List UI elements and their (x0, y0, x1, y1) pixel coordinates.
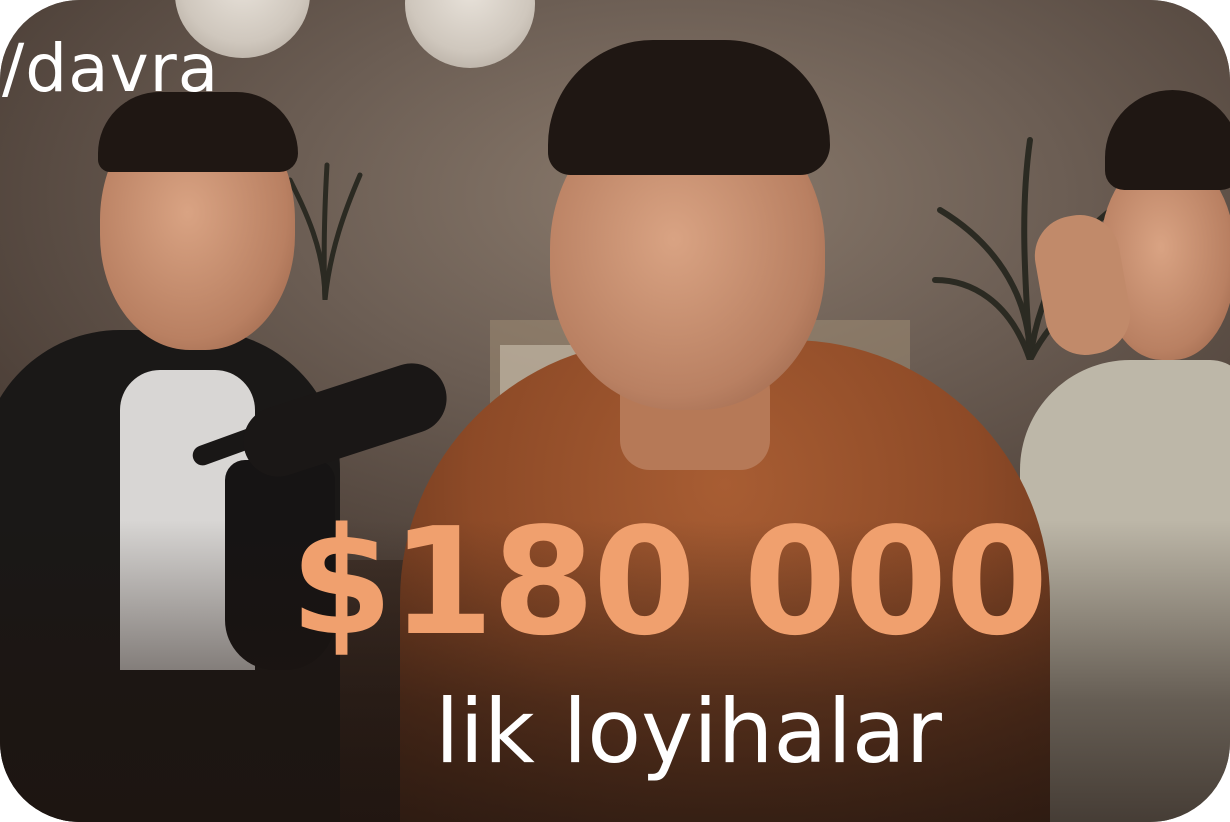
channel-logo: /davra (2, 30, 220, 107)
plant-icon (287, 162, 363, 300)
hair (548, 40, 830, 175)
headline-subtitle: lik loyihalar (435, 680, 942, 783)
headline-amount: $180 000 (290, 496, 1048, 668)
video-thumbnail[interactable]: /davra $180 000 lik loyihalar (0, 0, 1230, 822)
